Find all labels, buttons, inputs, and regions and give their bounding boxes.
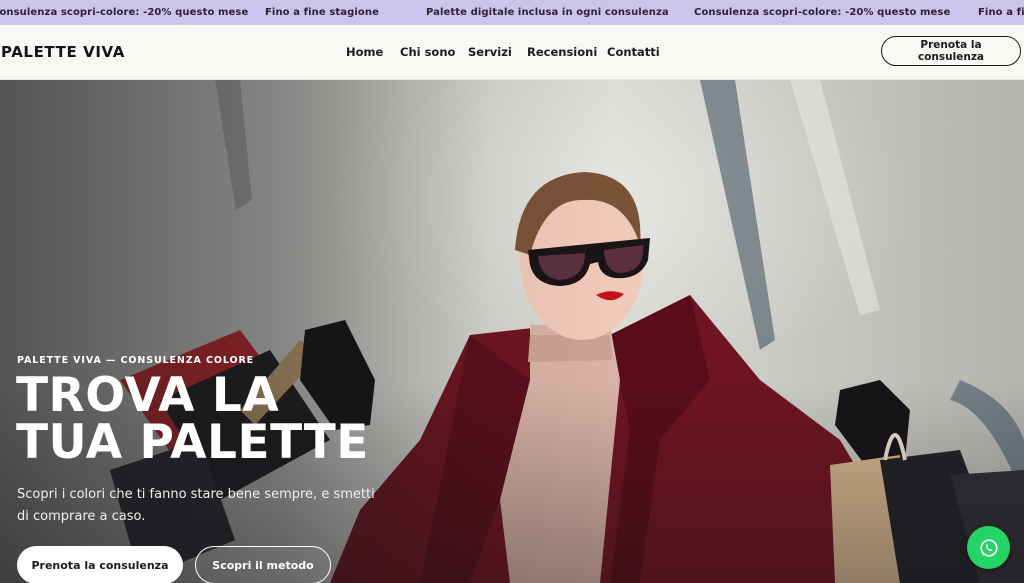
announcement-bar: Consulenza scopri-colore: -20% questo me… xyxy=(0,0,1024,25)
announcement-item: Consulenza scopri-colore: -20% questo me… xyxy=(0,7,249,18)
site-logo[interactable]: PALETTE VIVA xyxy=(1,43,125,61)
announcement-item: Consulenza scopri-colore: -20% questo me… xyxy=(694,7,951,18)
whatsapp-icon xyxy=(979,538,998,557)
announcement-track: Consulenza scopri-colore: -20% questo me… xyxy=(0,0,1024,25)
nav-home[interactable]: Home xyxy=(346,45,383,59)
hero-title-line-1: TROVA LA xyxy=(16,368,280,423)
book-consultation-button[interactable]: Prenota la consulenza xyxy=(881,36,1021,66)
hero-subtitle: Scopri i colori che ti fanno stare bene … xyxy=(17,487,375,524)
site-header: PALETTE VIVA Home Chi sono Servizi Recen… xyxy=(0,25,1024,80)
hero-title: TROVA LA TUA PALETTE xyxy=(16,372,369,466)
announcement-item: Fino a fine stagione xyxy=(265,7,379,18)
hero-method-button[interactable]: Scopri il metodo xyxy=(195,546,331,583)
hero-book-button[interactable]: Prenota la consulenza xyxy=(17,546,183,583)
announcement-item: Palette digitale inclusa in ogni consule… xyxy=(426,7,669,18)
nav-chi-sono[interactable]: Chi sono xyxy=(400,45,455,59)
whatsapp-button[interactable] xyxy=(967,526,1010,569)
hero-title-line-2: TUA PALETTE xyxy=(16,415,369,470)
nav-recensioni[interactable]: Recensioni xyxy=(527,45,597,59)
hero-section: PALETTE VIVA — CONSULENZA COLORE TROVA L… xyxy=(0,80,1024,583)
announcement-item: Fino a fine stagione xyxy=(978,7,1024,18)
nav-servizi[interactable]: Servizi xyxy=(468,45,512,59)
hero-eyebrow: PALETTE VIVA — CONSULENZA COLORE xyxy=(17,355,255,366)
nav-contatti[interactable]: Contatti xyxy=(607,45,660,59)
